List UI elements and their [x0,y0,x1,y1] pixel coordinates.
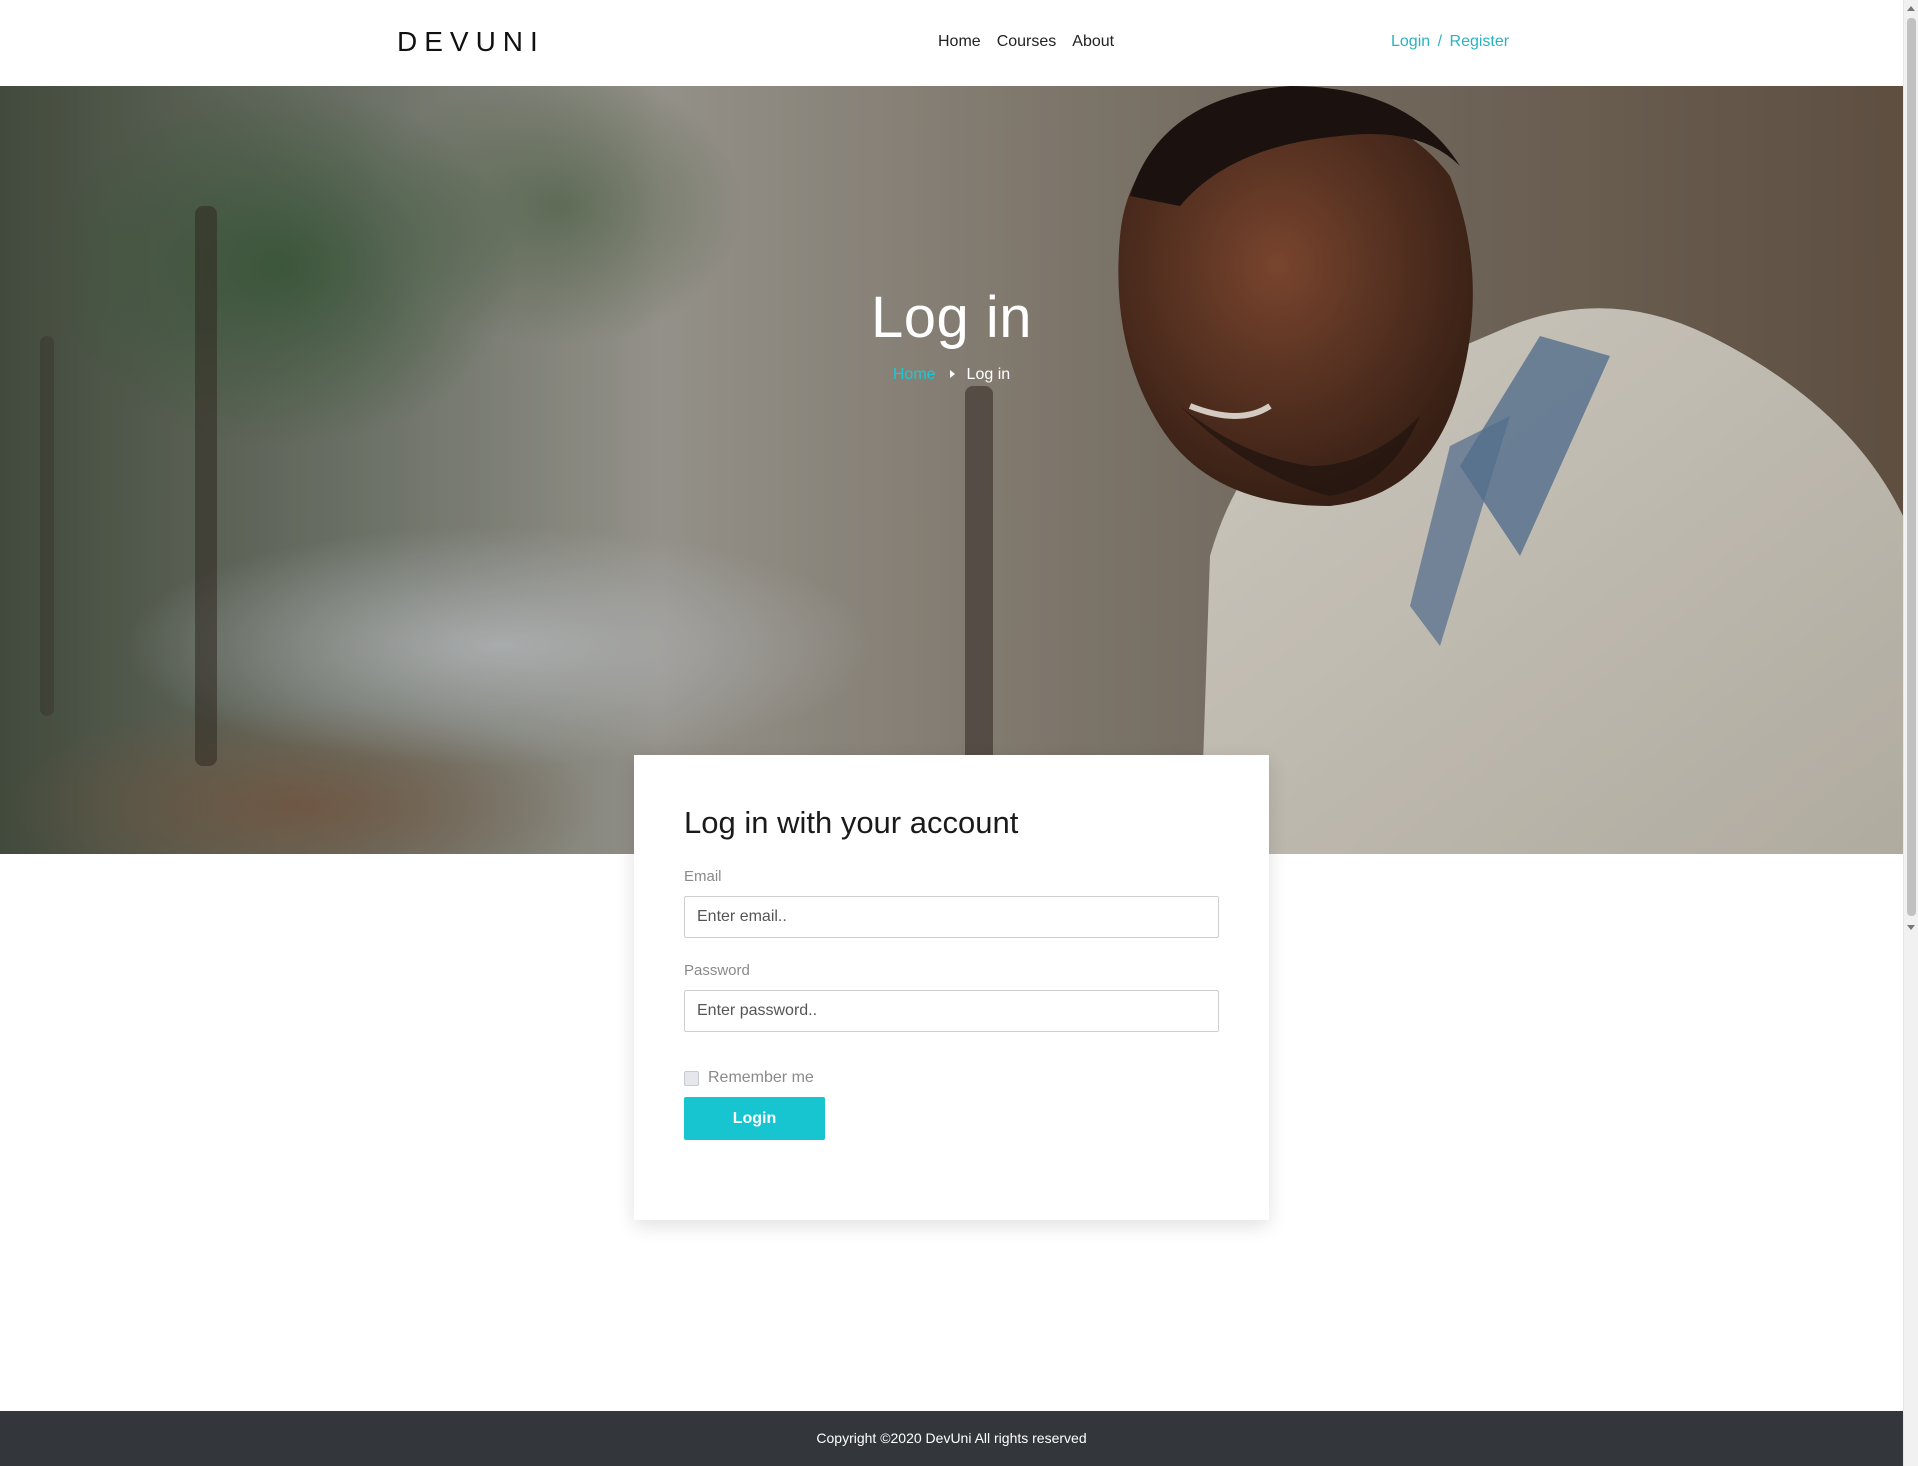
remember-me-row: Remember me [684,1069,1219,1087]
login-heading: Log in with your account [684,805,1019,840]
auth-separator: / [1437,33,1443,50]
page: DEVUNI Home Courses About Login / Regist… [0,0,1903,1466]
brand-logo[interactable]: DEVUNI [397,26,545,58]
remember-me-checkbox[interactable] [684,1070,699,1086]
scroll-down-icon[interactable] [1907,925,1915,930]
nav-courses[interactable]: Courses [997,33,1057,51]
site-header: DEVUNI Home Courses About Login / Regist… [0,0,1903,86]
scroll-up-icon[interactable] [1907,6,1915,11]
hero-overlay [0,86,1903,854]
auth-links: Login / Register [1391,33,1509,51]
login-card: Log in with your account Email Password … [634,755,1269,1220]
register-link[interactable]: Register [1450,33,1510,50]
email-field[interactable] [684,896,1219,938]
main-nav: Home Courses About [938,33,1114,51]
breadcrumb-current: Log in [966,366,1011,383]
nav-home[interactable]: Home [938,33,981,51]
caret-right-icon [949,370,955,379]
copyright-text: Copyright ©2020 DevUni All rights reserv… [816,1430,1087,1446]
remember-me-label[interactable]: Remember me [708,1069,814,1087]
page-scrollbar[interactable] [1903,0,1918,1466]
breadcrumb: Home Log in [0,366,1903,384]
login-button[interactable]: Login [684,1097,825,1140]
login-link[interactable]: Login [1391,33,1430,50]
nav-about[interactable]: About [1072,33,1114,51]
site-footer: Copyright ©2020 DevUni All rights reserv… [0,1411,1903,1466]
breadcrumb-home[interactable]: Home [893,366,936,383]
page-title: Log in [870,285,1033,350]
hero-banner: Log in Home Log in [0,86,1903,854]
email-label: Email [684,868,722,885]
scroll-thumb[interactable] [1907,18,1916,916]
password-field[interactable] [684,990,1219,1032]
password-label: Password [684,962,750,979]
